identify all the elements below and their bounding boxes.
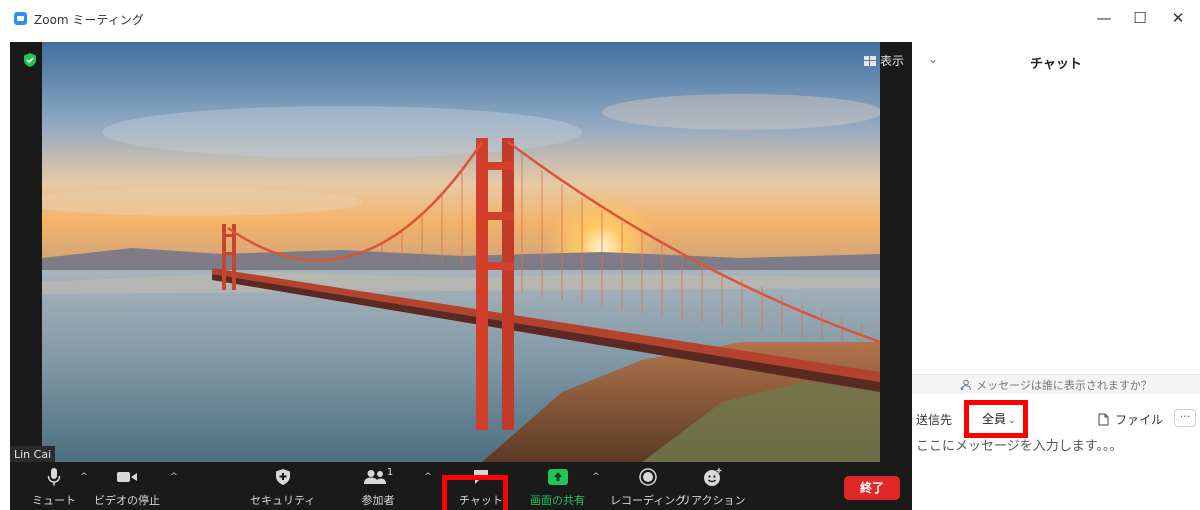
encryption-shield-icon: [24, 53, 36, 67]
audio-options-caret[interactable]: ^: [78, 472, 90, 482]
security-button[interactable]: セキュリティ: [250, 466, 315, 510]
chat-header: ⌄ チャット: [912, 36, 1200, 82]
chat-bubble-icon: [469, 466, 493, 488]
minimize-button[interactable]: —: [1086, 4, 1122, 32]
chat-title: チャット: [1030, 57, 1082, 72]
participants-icon: 1: [360, 466, 396, 488]
chat-message-list: [912, 82, 1200, 372]
participants-options-caret[interactable]: ^: [422, 472, 434, 482]
emoji-reaction-icon: [701, 466, 725, 488]
participants-label: 参加者: [361, 494, 395, 507]
close-button[interactable]: ✕: [1160, 4, 1196, 32]
record-button[interactable]: レコーディング: [610, 466, 686, 510]
stop-video-label: ビデオの停止: [94, 494, 160, 507]
who-can-see-link[interactable]: メッセージは誰に表示されますか？: [912, 374, 1200, 394]
video-options-caret[interactable]: ^: [168, 472, 180, 482]
share-options-caret[interactable]: ^: [590, 472, 602, 482]
participants-button[interactable]: 1 参加者: [360, 466, 396, 510]
mute-button[interactable]: ミュート: [32, 466, 76, 510]
share-screen-icon: [546, 466, 570, 488]
meeting-toolbar: ミュート ^ ビデオの停止 ^ セキュリティ 1 参加者 ^ チャット 画面の共…: [10, 462, 912, 510]
grid-view-icon: [863, 55, 876, 66]
record-label: レコーディング: [610, 494, 687, 507]
chat-button[interactable]: チャット: [459, 466, 503, 510]
video-camera-icon: [115, 466, 139, 488]
chevron-down-icon: ⌄: [1008, 416, 1016, 426]
participant-name-tag: Lin Cai: [10, 446, 56, 463]
chat-message-input[interactable]: [916, 434, 1196, 458]
video-frame-image: [42, 42, 880, 462]
record-icon: [636, 466, 660, 488]
file-button[interactable]: ファイル: [1098, 411, 1163, 428]
file-icon: [1098, 413, 1109, 426]
reactions-label: リアクション: [680, 494, 746, 507]
recipient-value: 全員: [982, 412, 1007, 426]
file-label: ファイル: [1115, 413, 1164, 427]
send-to-label: 送信先: [916, 413, 953, 427]
chat-panel: ⌄ チャット メッセージは誰に表示されますか？ 送信先 全員 ⌄ ファイル ···: [912, 36, 1200, 510]
maximize-button[interactable]: ☐: [1122, 4, 1158, 32]
who-can-see-text: メッセージは誰に表示されますか？: [976, 378, 1152, 392]
person-icon: [960, 379, 972, 390]
recipient-dropdown[interactable]: 全員 ⌄: [976, 408, 1022, 430]
security-label: セキュリティ: [250, 494, 316, 507]
zoom-logo-icon: [14, 12, 27, 25]
share-screen-label: 画面の共有: [530, 494, 585, 507]
security-shield-icon: [271, 466, 295, 488]
meeting-area: 表示 Lin Cai ミュート ^ ビデオの停止 ^ セキュリティ 1 参加者 …: [10, 42, 912, 510]
mute-label: ミュート: [32, 494, 76, 507]
video-feed: [42, 42, 880, 462]
share-screen-button[interactable]: 画面の共有: [530, 466, 585, 510]
chat-label: チャット: [459, 494, 503, 507]
view-button[interactable]: 表示: [863, 52, 904, 69]
more-options-button[interactable]: ···: [1174, 409, 1196, 427]
stop-video-button[interactable]: ビデオの停止: [94, 466, 160, 510]
end-meeting-button[interactable]: 終了: [844, 476, 900, 500]
reactions-button[interactable]: リアクション: [680, 466, 745, 510]
participants-count: 1: [386, 466, 394, 478]
view-button-label: 表示: [879, 54, 904, 68]
window-titlebar: Zoom ミーティング — ☐ ✕: [0, 0, 1200, 36]
microphone-icon: [42, 466, 66, 488]
send-to-row: 送信先 全員 ⌄ ファイル ···: [912, 400, 1200, 438]
window-title: Zoom ミーティング: [34, 13, 144, 27]
